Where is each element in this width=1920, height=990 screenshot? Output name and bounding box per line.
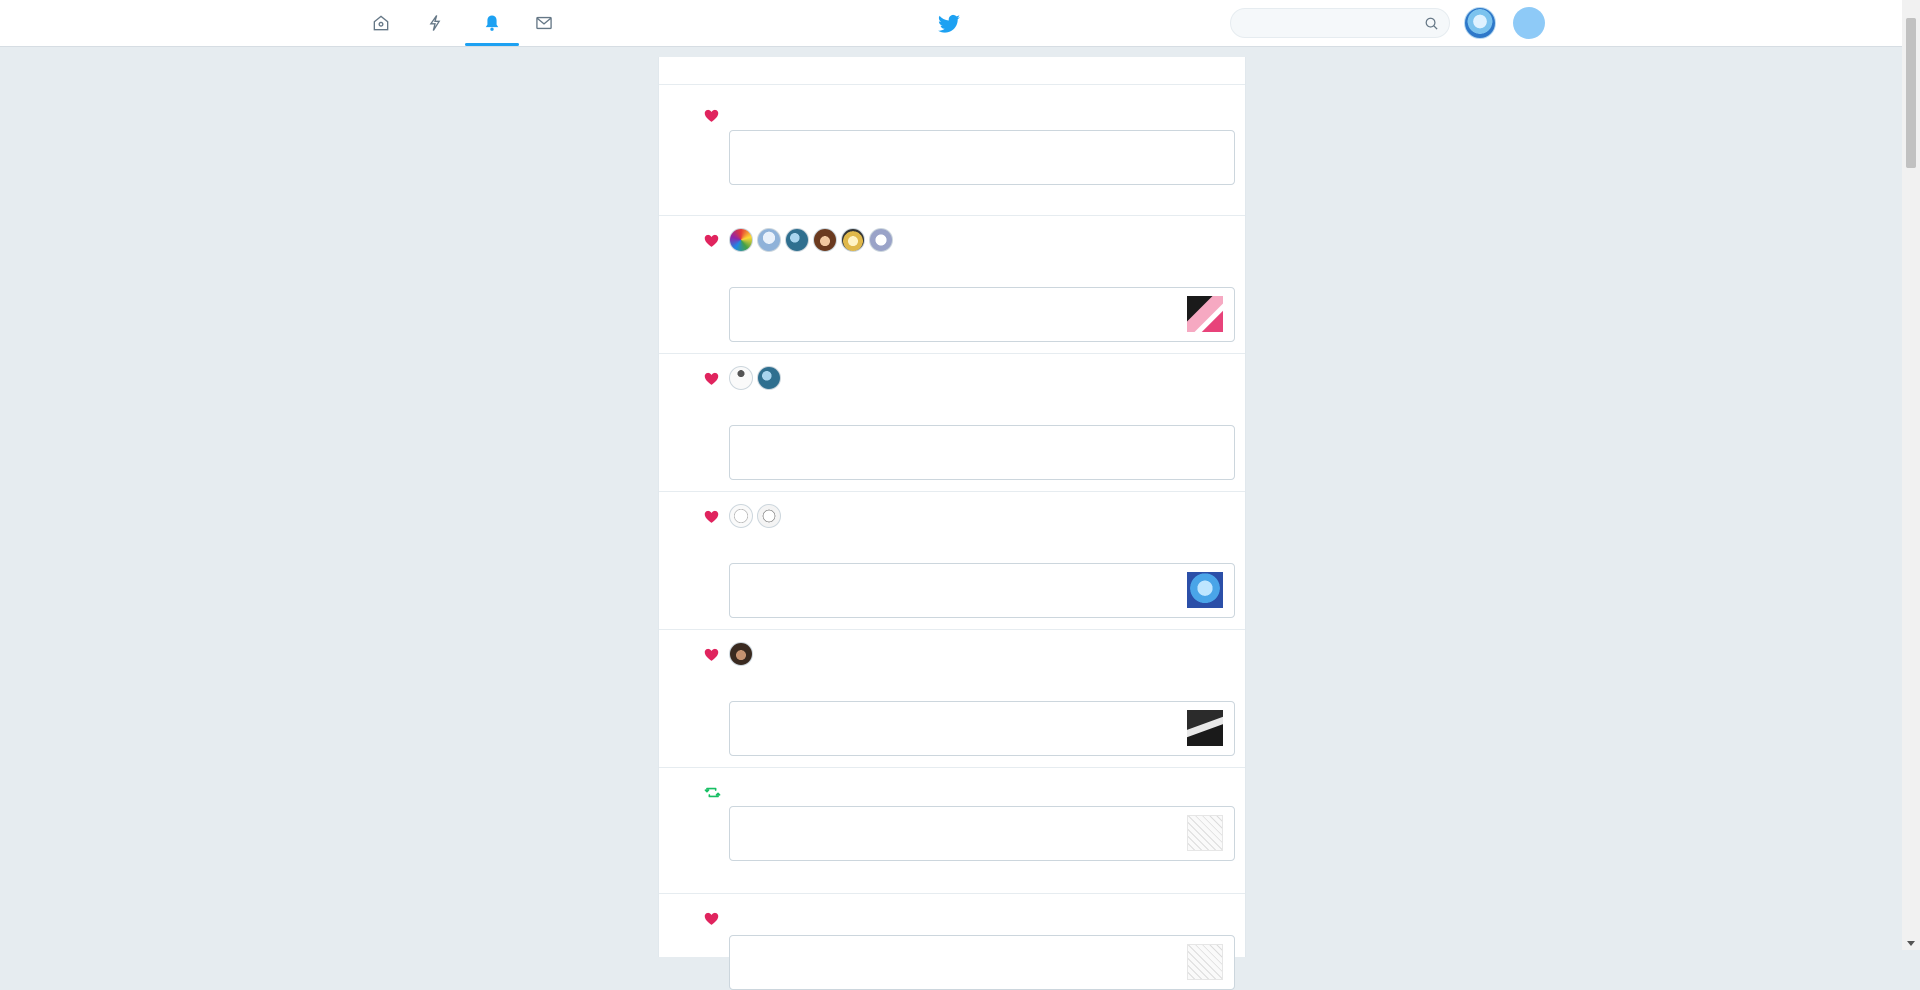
liker-avatars [729,504,781,528]
heart-icon [704,648,719,661]
home-icon [373,15,389,31]
media-thumbnail[interactable] [1187,944,1223,980]
heart-icon [704,912,719,925]
notification-item[interactable] [659,894,1245,990]
media-thumbnail[interactable] [1187,296,1223,332]
compose-tweet-button[interactable] [1513,7,1545,39]
avatar[interactable] [729,366,753,390]
search-box[interactable] [1230,8,1450,39]
quoted-tweet-card[interactable] [729,563,1235,618]
nav-notifications-button[interactable] [465,0,519,46]
page-scrollbar[interactable] [1902,0,1920,950]
retweet-icon [704,787,721,798]
notification-item[interactable] [659,492,1245,630]
notification-item[interactable] [659,85,1245,216]
search-icon[interactable] [1424,16,1439,31]
avatar[interactable] [813,228,837,252]
media-thumbnail[interactable] [1187,710,1223,746]
media-thumbnail[interactable] [1187,815,1223,851]
search-input[interactable] [1243,9,1417,39]
quoted-tweet-card[interactable] [729,130,1235,185]
scrollbar-thumb[interactable] [1906,18,1916,168]
heart-icon [704,234,719,247]
avatar[interactable] [841,228,865,252]
liker-avatars [729,228,893,252]
quoted-tweet-card[interactable] [729,806,1235,861]
twitter-bird-icon[interactable] [937,12,961,36]
avatar[interactable] [757,228,781,252]
notification-item[interactable] [659,216,1245,354]
heart-icon [704,510,719,523]
nav-moments-button[interactable] [408,0,462,46]
scroll-down-arrow-icon[interactable] [1907,941,1915,946]
quoted-tweet-card[interactable] [729,425,1235,480]
notification-item[interactable] [659,630,1245,768]
quoted-tweet-card[interactable] [729,287,1235,342]
quoted-tweet-card[interactable] [729,701,1235,756]
top-navigation-bar [0,0,1902,47]
notification-item[interactable] [659,768,1245,894]
nav-home-button[interactable] [354,0,408,46]
stream-header [659,57,1245,85]
quoted-tweet-card[interactable] [729,935,1235,990]
profile-avatar[interactable] [1464,7,1496,39]
envelope-icon [536,16,552,30]
avatar[interactable] [757,366,781,390]
heart-icon [704,109,719,122]
liker-avatars [729,642,753,666]
avatar[interactable] [729,228,753,252]
nav-messages-button[interactable] [517,0,571,46]
heart-icon [704,372,719,385]
lightning-icon [429,15,441,31]
notification-item[interactable] [659,354,1245,492]
avatar[interactable] [757,504,781,528]
avatar[interactable] [869,228,893,252]
avatar[interactable] [785,228,809,252]
media-thumbnail[interactable] [1187,572,1223,608]
avatar[interactable] [729,504,753,528]
avatar[interactable] [729,642,753,666]
bell-icon [485,15,499,31]
liker-avatars [729,366,781,390]
notifications-stream [658,57,1246,990]
